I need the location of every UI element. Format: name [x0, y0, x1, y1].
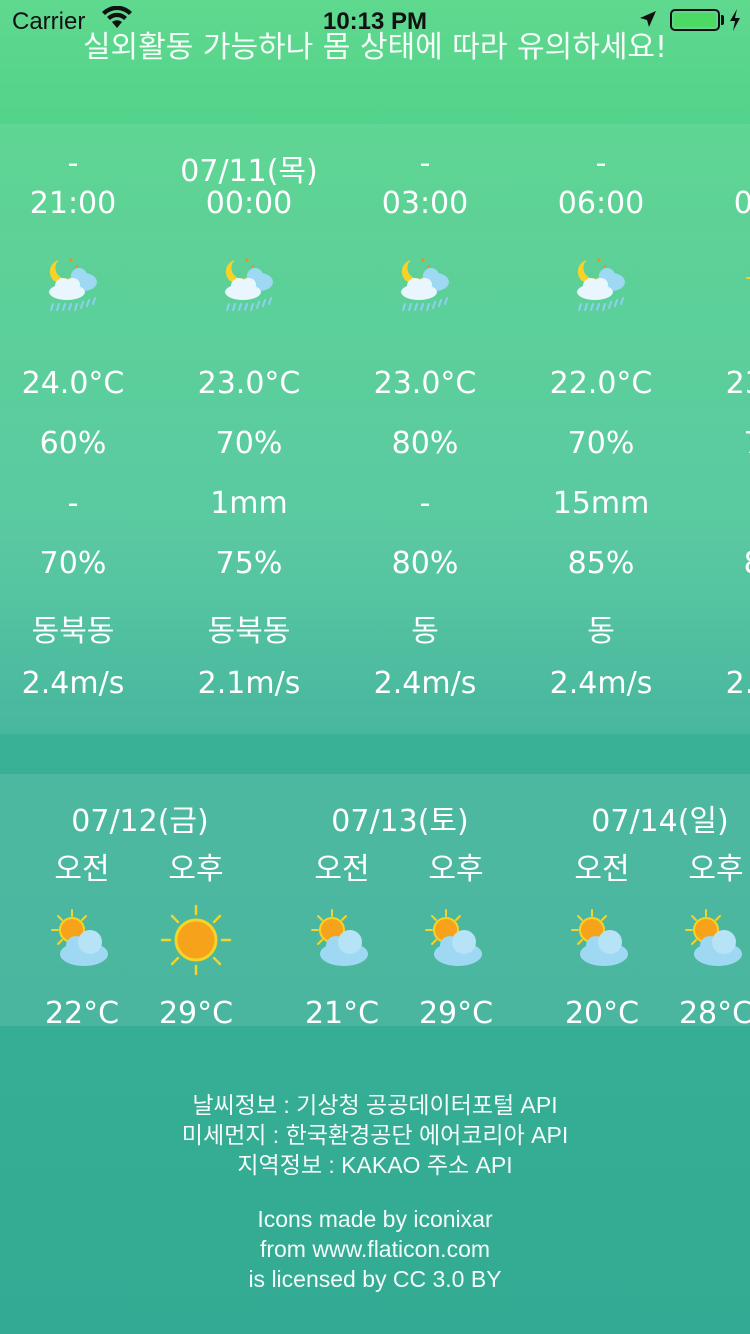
hourly-humidity: 75% [215, 546, 283, 581]
hourly-rainfall: - [67, 486, 79, 521]
am-temperature: 20°C [564, 996, 640, 1026]
daily-date: 07/12(금) [71, 804, 209, 839]
hourly-time: 09:00 [733, 186, 750, 221]
am-label: 오전 [54, 852, 110, 887]
hourly-time: 00:00 [205, 186, 293, 221]
credits: 날씨정보 : 기상청 공공데이터포털 API 미세먼지 : 한국환경공단 에어코… [0, 1090, 750, 1294]
hourly-wind-speed: 2.4m/s [373, 666, 477, 701]
hourly-humidity: 85% [567, 546, 635, 581]
hourly-rainfall: 15mm [552, 486, 650, 521]
am-temperature: 21°C [304, 996, 380, 1026]
hourly-wind-direction: 동 [587, 614, 615, 649]
hourly-rainfall: - [419, 486, 431, 521]
hourly-date: - [419, 146, 431, 181]
pm-label: 오후 [688, 852, 744, 887]
hourly-time: 03:00 [381, 186, 469, 221]
hourly-forecast-scroller[interactable]: - 21:00 24.0°C 60% - 70% 동북동 2.4m/s 07/1… [0, 124, 750, 734]
hourly-humidity: 85% [689, 546, 750, 581]
hourly-temperature: 22.0°C [549, 366, 653, 401]
daily-date: 07/14(일) [591, 804, 729, 839]
hourly-precip-probability: 80% [391, 426, 459, 461]
hourly-temperature: 24.0°C [21, 366, 125, 401]
pm-temperature: 29°C [418, 996, 494, 1026]
hourly-date: 07/11(목) [180, 154, 318, 189]
credit-icons-line3: is licensed by CC 3.0 BY [248, 1266, 502, 1292]
hourly-wind-speed: 2.4m/s [725, 666, 750, 701]
hourly-wind-speed: 2.4m/s [21, 666, 125, 701]
am-label: 오전 [314, 852, 370, 887]
hourly-date: - [595, 146, 607, 181]
night-cloud-rain-icon [224, 257, 274, 311]
hourly-precip-probability: 70% [689, 426, 750, 461]
sun-cloud-icon [425, 909, 483, 967]
hourly-humidity: 70% [39, 546, 107, 581]
hourly-wind-direction: 동 [411, 614, 439, 649]
hourly-precip-probability: 60% [39, 426, 107, 461]
credit-icons-line2: from www.flaticon.com [259, 1236, 491, 1262]
hourly-humidity: 80% [391, 546, 459, 581]
hourly-temperature: 23.0°C [725, 366, 750, 401]
sun-icon [160, 904, 232, 976]
pm-label: 오후 [428, 852, 484, 887]
night-cloud-rain-icon [48, 257, 98, 311]
pm-temperature: 28°C [678, 996, 750, 1026]
hourly-wind-direction: 동북동 [31, 614, 115, 649]
hourly-temperature: 23.0°C [373, 366, 477, 401]
hourly-wind-speed: 2.4m/s [549, 666, 653, 701]
hourly-wind-speed: 2.1m/s [197, 666, 301, 701]
hourly-time: 21:00 [29, 186, 117, 221]
hourly-precip-probability: 70% [567, 426, 635, 461]
pm-temperature: 29°C [158, 996, 234, 1026]
credit-dust: 미세먼지 : 한국환경공단 에어코리아 API [181, 1122, 569, 1148]
credit-icons-line1: Icons made by iconixar [257, 1206, 493, 1232]
hourly-wind-direction: 동북동 [207, 614, 291, 649]
hourly-temperature: 23.0°C [197, 366, 301, 401]
daily-forecast-scroller[interactable]: 07/12(금) 오전 22°C 오후 29°C 07/13(토) 오전 21°… [0, 774, 750, 1026]
sun-cloud-icon [311, 909, 369, 967]
credits-spacer [0, 1180, 750, 1204]
hourly-rainfall: 1mm [210, 486, 288, 521]
hourly-date: - [67, 146, 79, 181]
sun-cloud-icon [571, 909, 629, 967]
credit-location: 지역정보 : KAKAO 주소 API [237, 1152, 513, 1178]
sun-cloud-icon [51, 909, 109, 967]
sun-cloud-icon [685, 909, 743, 967]
night-cloud-rain-icon [400, 257, 450, 311]
night-cloud-rain-icon [576, 257, 626, 311]
am-temperature: 22°C [44, 996, 120, 1026]
air-quality-advice: 실외활동 가능하나 몸 상태에 따라 유의하세요! [82, 30, 668, 65]
hourly-time: 06:00 [557, 186, 645, 221]
am-label: 오전 [574, 852, 630, 887]
credit-weather: 날씨정보 : 기상청 공공데이터포털 API [192, 1092, 558, 1118]
hourly-precip-probability: 70% [215, 426, 283, 461]
pm-label: 오후 [168, 852, 224, 887]
daily-date: 07/13(토) [331, 804, 469, 839]
sun-cloud-icon [746, 257, 750, 315]
